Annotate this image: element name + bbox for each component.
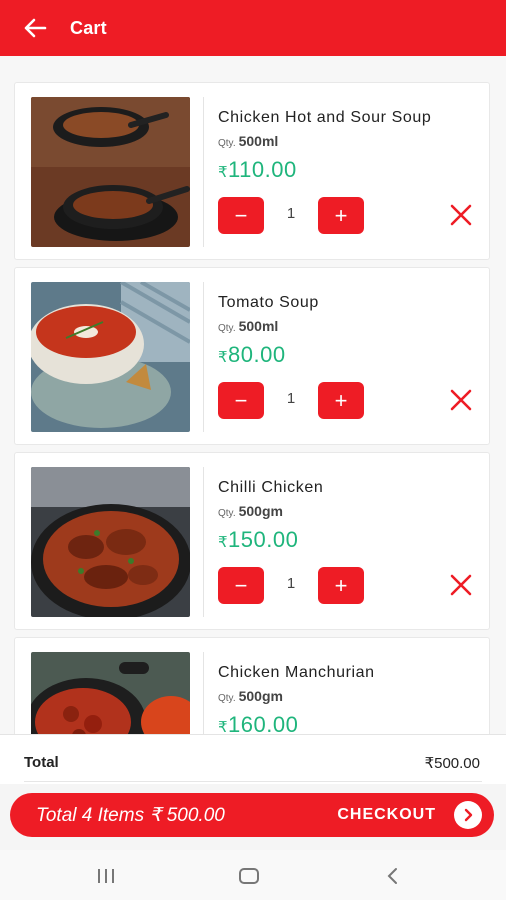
plus-icon: +	[334, 572, 348, 598]
cart-screen: Cart Chicken Hot and Sour Soup Qty. 500m…	[0, 0, 506, 900]
item-price: ₹160.00	[218, 712, 298, 734]
item-name: Chicken Hot and Sour Soup	[218, 109, 432, 126]
qty-value: 500ml	[238, 133, 279, 149]
plus-icon: +	[334, 202, 348, 228]
item-quantity: Qty. 500gm	[218, 688, 283, 706]
decrease-quantity-button[interactable]: −	[218, 567, 264, 604]
item-price: ₹110.00	[218, 157, 297, 183]
currency-symbol: ₹	[218, 164, 229, 181]
close-icon	[450, 389, 472, 411]
checkout-arrow	[454, 801, 482, 829]
currency-symbol: ₹	[218, 534, 229, 551]
remove-item-button[interactable]	[445, 569, 477, 601]
chilli-chicken-image	[31, 467, 190, 617]
back-button[interactable]	[0, 0, 70, 56]
decrease-quantity-button[interactable]: −	[218, 197, 264, 234]
recent-apps-icon	[98, 869, 114, 883]
arrow-left-icon	[24, 18, 47, 38]
item-name: Chilli Chicken	[218, 479, 324, 496]
qty-label: Qty.	[218, 693, 236, 704]
cart-list[interactable]: Chicken Hot and Sour Soup Qty. 500ml ₹110…	[0, 56, 506, 734]
system-nav-bar	[0, 850, 506, 900]
item-quantity: Qty. 500gm	[218, 503, 283, 521]
qty-value: 500ml	[238, 318, 279, 334]
increase-quantity-button[interactable]: +	[318, 567, 364, 604]
checkout-button[interactable]: Total 4 Items ₹ 500.00 CHECKOUT	[10, 793, 494, 837]
price-value: 160.00	[228, 712, 299, 734]
divider	[24, 781, 482, 782]
item-price: ₹150.00	[218, 527, 298, 553]
item-quantity: Qty. 500ml	[218, 318, 278, 336]
remove-item-button[interactable]	[445, 384, 477, 416]
item-count: 1	[286, 575, 296, 592]
close-icon	[450, 574, 472, 596]
home-icon	[239, 868, 259, 884]
qty-label: Qty.	[218, 508, 236, 519]
item-price: ₹80.00	[218, 342, 286, 368]
page-title: Cart	[70, 17, 107, 38]
currency-symbol: ₹	[218, 349, 229, 366]
soup-bowls-image	[31, 97, 190, 247]
cart-item: Chicken Hot and Sour Soup Qty. 500ml ₹110…	[14, 82, 490, 260]
app-bar: Cart	[0, 0, 506, 56]
total-value: ₹500.00	[424, 755, 480, 772]
increase-quantity-button[interactable]: +	[318, 197, 364, 234]
cart-item: Tomato Soup Qty. 500ml ₹80.00 − 1 +	[14, 267, 490, 445]
remove-item-button[interactable]	[445, 199, 477, 231]
divider	[203, 652, 204, 734]
total-label: Total	[24, 754, 59, 771]
qty-value: 500gm	[238, 503, 283, 519]
chicken-manchurian-image	[31, 652, 190, 734]
checkout-summary: Total 4 Items ₹ 500.00	[36, 805, 225, 826]
qty-label: Qty.	[218, 138, 236, 149]
chevron-left-icon	[387, 868, 397, 884]
price-value: 80.00	[228, 342, 286, 367]
plus-icon: +	[334, 387, 348, 413]
cart-item: Chilli Chicken Qty. 500gm ₹150.00 − 1 +	[14, 452, 490, 630]
divider	[203, 282, 204, 432]
minus-icon: −	[234, 202, 248, 228]
minus-icon: −	[234, 387, 248, 413]
price-value: 150.00	[228, 527, 299, 552]
minus-icon: −	[234, 572, 248, 598]
tomato-soup-image	[31, 282, 190, 432]
system-back-button[interactable]	[381, 864, 405, 888]
close-icon	[450, 204, 472, 226]
divider	[203, 97, 204, 247]
qty-label: Qty.	[218, 323, 236, 334]
increase-quantity-button[interactable]: +	[318, 382, 364, 419]
qty-value: 500gm	[238, 688, 283, 704]
recent-apps-button[interactable]	[94, 864, 118, 888]
item-count: 1	[286, 205, 296, 222]
checkout-label: CHECKOUT	[337, 806, 436, 823]
currency-symbol: ₹	[218, 719, 229, 734]
home-button[interactable]	[237, 864, 261, 888]
divider	[203, 467, 204, 617]
chevron-right-icon	[464, 808, 473, 822]
item-name: Chicken Manchurian	[218, 664, 375, 681]
item-count: 1	[286, 390, 296, 407]
cart-item: Chicken Manchurian Qty. 500gm ₹160.00	[14, 637, 490, 734]
price-value: 110.00	[228, 157, 297, 182]
total-row: Total ₹500.00	[0, 734, 506, 784]
item-name: Tomato Soup	[218, 294, 319, 311]
decrease-quantity-button[interactable]: −	[218, 382, 264, 419]
item-quantity: Qty. 500ml	[218, 133, 278, 151]
